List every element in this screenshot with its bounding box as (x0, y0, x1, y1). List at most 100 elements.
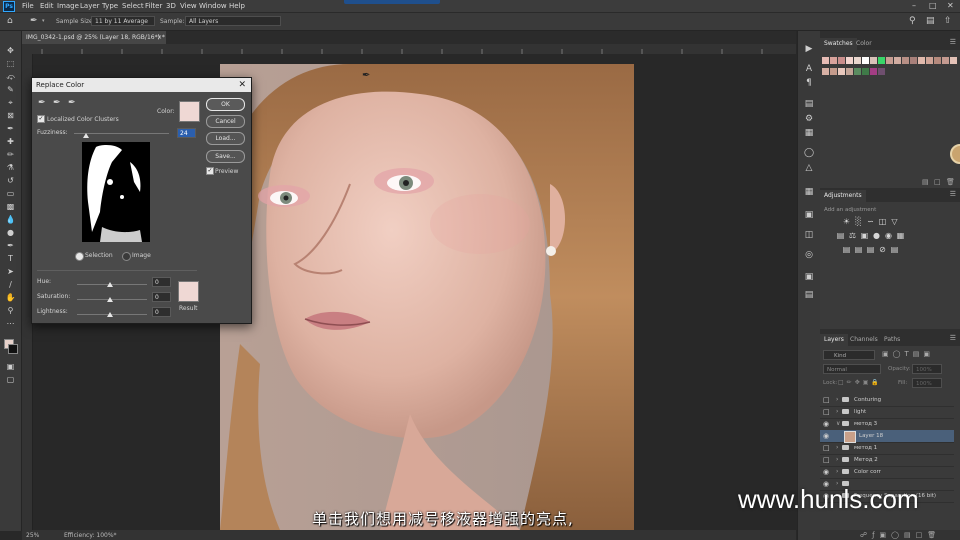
background-color-swatch[interactable] (8, 344, 18, 354)
color-swatch[interactable] (926, 57, 933, 64)
hue-saturation-icon[interactable]: ▤ (836, 232, 845, 240)
gradient-map-icon[interactable]: ▤ (890, 246, 899, 254)
hue-slider-thumb[interactable] (107, 282, 113, 287)
dialog-titlebar[interactable]: Replace Color ✕ (32, 78, 251, 92)
curves-icon[interactable]: ∽ (866, 218, 875, 226)
menu-view[interactable]: View (180, 2, 197, 10)
adjust-panel-icon[interactable]: ◫ (802, 229, 816, 241)
localized-clusters-checkbox[interactable]: ✓ (37, 115, 45, 123)
selective-color-icon[interactable]: ⊘ (878, 246, 887, 254)
sample-select[interactable]: All Layers (185, 16, 281, 26)
image-icon[interactable]: ▣ (802, 271, 816, 283)
clone-stamp-icon[interactable]: ⚗ (4, 162, 17, 173)
panel-menu-icon[interactable]: ☰ (950, 38, 956, 46)
color-swatch[interactable] (950, 57, 957, 64)
notes-icon[interactable]: ▦ (802, 127, 816, 139)
color-swatch[interactable] (878, 68, 885, 75)
color-swatch[interactable] (830, 57, 837, 64)
zoom-tool-icon[interactable]: ⚲ (4, 305, 17, 316)
color-swatch[interactable] (886, 57, 893, 64)
eyedropper-plus-icon[interactable]: ✒ (53, 98, 61, 108)
move-tool-icon[interactable]: ✥ (4, 45, 17, 56)
eyedropper-icon[interactable]: ✒ (38, 98, 46, 108)
selection-radio[interactable] (75, 252, 84, 261)
color-swatch[interactable] (894, 57, 901, 64)
menu-filter[interactable]: Filter (145, 2, 162, 10)
quick-mask-icon[interactable]: ▣ (4, 361, 17, 372)
posterize-icon[interactable]: ▤ (854, 246, 863, 254)
share-icon[interactable]: ⇧ (944, 16, 952, 26)
menu-layer[interactable]: Layer (80, 2, 100, 10)
color-swatch[interactable] (854, 68, 861, 75)
zoom-level[interactable]: 25% (26, 532, 39, 539)
color-swatch[interactable] (846, 57, 853, 64)
exposure-icon[interactable]: ◫ (878, 218, 887, 226)
vibrance-icon[interactable]: ▽ (890, 218, 899, 226)
lasso-tool-icon[interactable]: ⤽ (4, 71, 17, 82)
pen-tool-icon[interactable]: ✒ (4, 240, 17, 251)
ok-button[interactable]: OK (206, 98, 245, 111)
menu-window[interactable]: Window (199, 2, 227, 10)
preview-checkbox[interactable]: ✓ (206, 167, 214, 175)
panel-menu-icon[interactable]: ☰ (950, 190, 956, 198)
saturation-input[interactable]: 0 (152, 292, 171, 302)
threshold-icon[interactable]: ▤ (866, 246, 875, 254)
saturation-slider-thumb[interactable] (107, 297, 113, 302)
gradient-tool-icon[interactable]: ▩ (4, 201, 17, 212)
history-icon[interactable]: ▤ (802, 289, 816, 301)
tool-preset-dropdown-icon[interactable]: ▾ (42, 18, 45, 24)
color-swatch[interactable] (830, 68, 837, 75)
tab-channels[interactable]: Channels (846, 334, 882, 346)
fuzziness-input[interactable]: 24 (177, 128, 196, 138)
hue-input[interactable]: 0 (152, 277, 171, 287)
opacity-input[interactable]: 100% (912, 364, 942, 374)
quick-select-tool-icon[interactable]: ✎ (4, 84, 17, 95)
new-swatch-icon[interactable]: □ (934, 178, 941, 186)
menu-3d[interactable]: 3D (166, 2, 176, 10)
layer-filter-icons[interactable]: ▣◯T▤▣ (882, 350, 934, 358)
color-lookup-icon[interactable]: ▦ (896, 232, 905, 240)
channels-icon[interactable]: ◎ (802, 249, 816, 261)
color-swatch[interactable] (862, 68, 869, 75)
home-icon[interactable]: ⌂ (7, 16, 13, 26)
invert-icon[interactable]: ▤ (842, 246, 851, 254)
line-tool-icon[interactable]: ∕ (4, 279, 17, 290)
eye-hidden-icon[interactable]: □ (823, 454, 831, 466)
blur-tool-icon[interactable]: 💧 (4, 214, 17, 225)
brush-tool-icon[interactable]: ✏ (4, 149, 17, 160)
panel-menu-icon[interactable]: ☰ (950, 334, 956, 342)
menu-file[interactable]: File (22, 2, 34, 10)
layer-actions-icons[interactable]: ☍ƒ▣◯▤□🗑 (860, 531, 941, 539)
eye-icon[interactable]: ◉ (823, 430, 831, 442)
black-white-icon[interactable]: ▣ (860, 232, 869, 240)
save-button[interactable]: Save... (206, 150, 245, 163)
lightness-input[interactable]: 0 (152, 307, 171, 317)
play-icon[interactable]: ▶ (802, 43, 816, 55)
color-swatch[interactable] (902, 57, 909, 64)
frame-tool-icon[interactable]: ⊠ (4, 110, 17, 121)
marquee-tool-icon[interactable]: ⬚ (4, 58, 17, 69)
selection-preview[interactable] (82, 142, 150, 242)
type-tool-icon[interactable]: T (4, 253, 17, 264)
brightness-icon[interactable]: ☀ (842, 218, 851, 226)
crop-tool-icon[interactable]: ⌖ (4, 97, 17, 108)
dialog-close-icon[interactable]: ✕ (238, 78, 246, 92)
dodge-tool-icon[interactable]: ● (4, 227, 17, 238)
minimize-icon[interactable]: – (912, 1, 916, 10)
color-swatch[interactable] (942, 57, 949, 64)
color-swatch[interactable] (854, 57, 861, 64)
load-button[interactable]: Load... (206, 132, 245, 145)
cube-icon[interactable]: △ (802, 162, 816, 174)
eye-icon[interactable]: ◉ (823, 466, 831, 478)
result-color-swatch[interactable] (178, 281, 199, 302)
color-swatch[interactable] (918, 57, 925, 64)
eye-icon[interactable]: ◉ (823, 418, 831, 430)
eyedropper-tool-icon[interactable]: ✒ (30, 16, 38, 26)
document-icon[interactable]: ▤ (802, 98, 816, 110)
history-brush-icon[interactable]: ↺ (4, 175, 17, 186)
chevron-right-icon[interactable]: › (836, 406, 838, 418)
adjustments-title[interactable]: Adjustments (820, 190, 866, 202)
fill-input[interactable]: 100% (912, 378, 942, 388)
lightness-slider-thumb[interactable] (107, 312, 113, 317)
eraser-tool-icon[interactable]: ▭ (4, 188, 17, 199)
